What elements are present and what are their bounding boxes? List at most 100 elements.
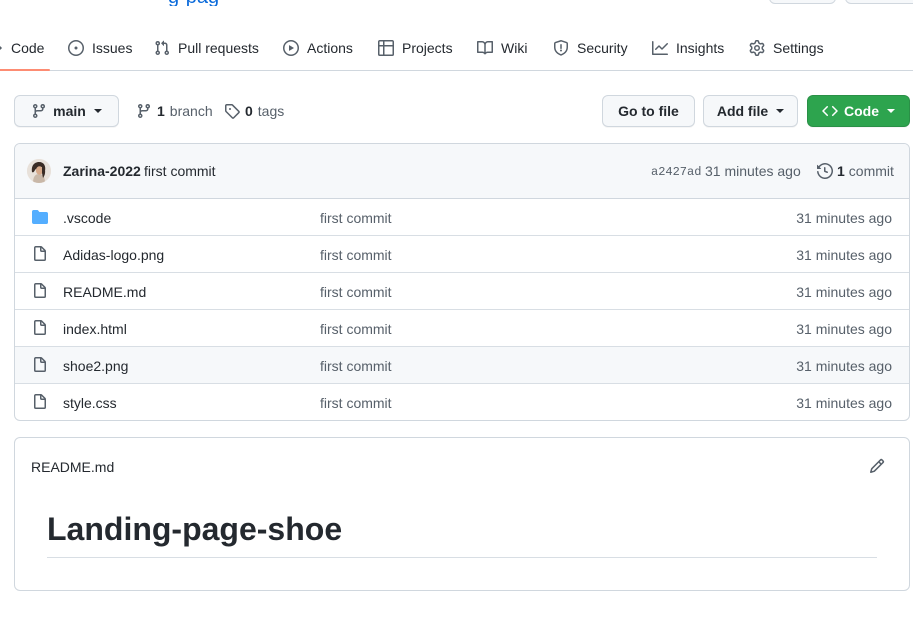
code-button-label: Code <box>844 103 879 119</box>
file-name-link[interactable]: README.md <box>63 284 146 300</box>
tab-projects-label: Projects <box>402 40 453 56</box>
file-icon <box>34 320 46 335</box>
file-row[interactable]: .vscode first commit 31 minutes ago <box>15 199 909 235</box>
chevron-down-icon <box>93 109 102 113</box>
shield-icon <box>554 40 568 56</box>
file-row[interactable]: Adidas-logo.png first commit 31 minutes … <box>15 235 909 272</box>
tag-icon <box>225 104 240 119</box>
commit-word: commit <box>848 163 894 179</box>
tab-settings[interactable]: Settings <box>749 26 824 70</box>
add-file-label: Add file <box>716 103 769 119</box>
commit-count: 1 <box>837 163 845 179</box>
readme-heading: Landing-page-shoe <box>47 509 877 558</box>
code-button[interactable]: Code <box>807 95 910 127</box>
edit-readme-button[interactable] <box>869 458 885 474</box>
tab-code[interactable]: Code <box>0 26 52 71</box>
file-commit-link[interactable]: first commit <box>320 210 392 226</box>
tags-link[interactable]: 0 tags <box>224 101 284 121</box>
commit-message-link[interactable]: first commit <box>144 163 216 179</box>
branch-name: main <box>53 103 86 119</box>
avatar[interactable] <box>27 159 51 183</box>
folder-icon <box>32 210 48 224</box>
repo-nav: Code Issues Pull requests Actions Projec… <box>0 26 913 71</box>
file-time: 31 minutes ago <box>796 210 892 226</box>
git-branch-icon <box>137 104 150 119</box>
tab-actions[interactable]: Actions <box>283 26 353 70</box>
branches-link[interactable]: 1 branch <box>136 101 213 121</box>
repo-header-strip: g-pag <box>0 0 913 6</box>
tab-wiki-label: Wiki <box>501 40 528 56</box>
tab-projects[interactable]: Projects <box>378 26 453 70</box>
file-time: 31 minutes ago <box>796 247 892 263</box>
file-name-link[interactable]: .vscode <box>63 210 111 226</box>
graph-icon <box>652 41 668 55</box>
file-name-link[interactable]: shoe2.png <box>63 358 128 374</box>
tab-insights[interactable]: Insights <box>652 26 724 70</box>
branch-count: 1 <box>157 103 165 119</box>
commit-sha-link[interactable]: a2427ad <box>651 165 701 179</box>
file-row[interactable]: index.html first commit 31 minutes ago <box>15 309 909 346</box>
tab-issues-label: Issues <box>92 40 133 56</box>
scroll-left-icon <box>0 45 3 51</box>
pencil-icon <box>869 458 885 474</box>
file-icon <box>34 394 46 409</box>
commit-author-link[interactable]: Zarina-2022 <box>63 163 141 179</box>
file-time: 31 minutes ago <box>796 284 892 300</box>
tab-actions-label: Actions <box>307 40 353 56</box>
file-commit-link[interactable]: first commit <box>320 395 392 411</box>
file-icon <box>34 283 46 298</box>
watch-button[interactable] <box>769 0 836 4</box>
chevron-down-icon <box>776 109 785 113</box>
tab-wiki[interactable]: Wiki <box>477 26 527 70</box>
tab-security-label: Security <box>577 40 628 56</box>
tab-code-label: Code <box>11 40 45 56</box>
file-time: 31 minutes ago <box>796 358 892 374</box>
tab-security[interactable]: Security <box>553 26 628 70</box>
git-branch-icon <box>33 104 46 119</box>
file-commit-link[interactable]: first commit <box>320 284 392 300</box>
branch-word: branch <box>169 103 213 119</box>
branch-select-button[interactable]: main <box>14 95 119 127</box>
file-time: 31 minutes ago <box>796 395 892 411</box>
file-name-link[interactable]: index.html <box>63 321 127 337</box>
go-to-file-label: Go to file <box>618 103 679 119</box>
chevron-down-icon <box>887 109 895 113</box>
file-name-link[interactable]: Adidas-logo.png <box>63 247 164 263</box>
add-file-button[interactable]: Add file <box>703 95 798 127</box>
tag-word: tags <box>257 103 285 119</box>
gear-icon <box>749 40 765 56</box>
tag-count: 0 <box>245 103 253 119</box>
readme-box: README.md Landing-page-shoe <box>14 437 910 591</box>
repo-name-link[interactable]: g-pag <box>168 0 244 6</box>
file-icon <box>34 246 46 261</box>
play-icon <box>283 40 299 56</box>
star-button[interactable] <box>845 0 913 4</box>
file-icon <box>34 357 46 372</box>
issue-opened-icon <box>68 40 84 56</box>
latest-commit-bar: Zarina-2022 first commit a2427ad 31 minu… <box>15 144 909 199</box>
avatar-image <box>27 159 51 183</box>
tab-insights-label: Insights <box>676 40 725 56</box>
tab-pull-requests-label: Pull requests <box>178 40 259 56</box>
file-row[interactable]: shoe2.png first commit 31 minutes ago <box>15 346 909 383</box>
tab-settings-label: Settings <box>773 40 824 56</box>
code-icon <box>822 105 838 117</box>
commit-history-link[interactable]: 1 commit <box>817 163 894 179</box>
table-icon <box>378 40 394 56</box>
file-commit-link[interactable]: first commit <box>320 321 392 337</box>
file-row[interactable]: style.css first commit 31 minutes ago <box>15 383 909 420</box>
tab-issues[interactable]: Issues <box>68 26 132 70</box>
tab-pull-requests[interactable]: Pull requests <box>154 26 259 70</box>
book-icon <box>477 40 493 55</box>
readme-filename-link[interactable]: README.md <box>31 459 114 475</box>
history-icon <box>817 163 833 179</box>
file-name-link[interactable]: style.css <box>63 395 117 411</box>
file-list: .vscode first commit 31 minutes ago Adid… <box>15 199 909 420</box>
file-time: 31 minutes ago <box>796 321 892 337</box>
file-row[interactable]: README.md first commit 31 minutes ago <box>15 272 909 309</box>
git-pull-request-icon <box>155 40 170 56</box>
go-to-file-button[interactable]: Go to file <box>602 95 695 127</box>
file-browser: Zarina-2022 first commit a2427ad 31 minu… <box>14 143 910 421</box>
file-commit-link[interactable]: first commit <box>320 247 392 263</box>
file-commit-link[interactable]: first commit <box>320 358 392 374</box>
